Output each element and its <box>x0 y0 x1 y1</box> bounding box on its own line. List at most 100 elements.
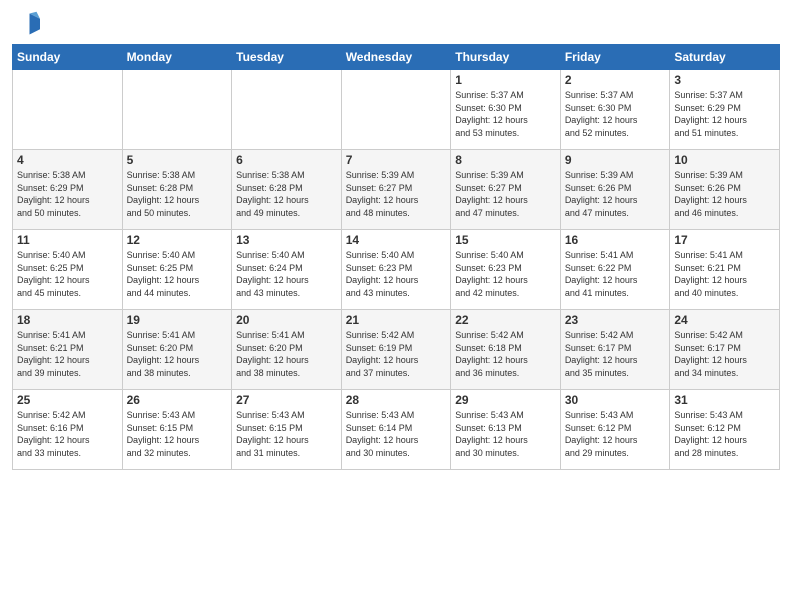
calendar-cell: 6 Sunrise: 5:38 AM Sunset: 6:28 PM Daylig… <box>232 150 342 230</box>
weekday-header: Thursday <box>451 45 561 70</box>
day-info: Sunrise: 5:39 AM Sunset: 6:27 PM Dayligh… <box>346 169 447 219</box>
day-number: 31 <box>674 393 775 407</box>
day-info: Sunrise: 5:43 AM Sunset: 6:13 PM Dayligh… <box>455 409 556 459</box>
calendar-cell: 28 Sunrise: 5:43 AM Sunset: 6:14 PM Dayli… <box>341 390 451 470</box>
calendar-cell: 23 Sunrise: 5:42 AM Sunset: 6:17 PM Dayli… <box>560 310 670 390</box>
day-info: Sunrise: 5:38 AM Sunset: 6:28 PM Dayligh… <box>236 169 337 219</box>
day-info: Sunrise: 5:39 AM Sunset: 6:26 PM Dayligh… <box>565 169 666 219</box>
day-info: Sunrise: 5:37 AM Sunset: 6:30 PM Dayligh… <box>455 89 556 139</box>
calendar-cell: 8 Sunrise: 5:39 AM Sunset: 6:27 PM Daylig… <box>451 150 561 230</box>
day-info: Sunrise: 5:39 AM Sunset: 6:26 PM Dayligh… <box>674 169 775 219</box>
calendar-cell: 22Sunrise: 5:42 AM Sunset: 6:18 PM Dayli… <box>451 310 561 390</box>
day-info: Sunrise: 5:42 AM Sunset: 6:17 PM Dayligh… <box>674 329 775 379</box>
calendar-cell: 20Sunrise: 5:41 AM Sunset: 6:20 PM Dayli… <box>232 310 342 390</box>
weekday-header-row: SundayMondayTuesdayWednesdayThursdayFrid… <box>13 45 780 70</box>
calendar-cell: 5Sunrise: 5:38 AM Sunset: 6:28 PM Daylig… <box>122 150 232 230</box>
calendar-cell: 15 Sunrise: 5:40 AM Sunset: 6:23 PM Dayli… <box>451 230 561 310</box>
calendar-cell: 29Sunrise: 5:43 AM Sunset: 6:13 PM Dayli… <box>451 390 561 470</box>
calendar-cell: 24 Sunrise: 5:42 AM Sunset: 6:17 PM Dayli… <box>670 310 780 390</box>
day-number: 30 <box>565 393 666 407</box>
header <box>12 10 780 38</box>
calendar-week-row: 11 Sunrise: 5:40 AM Sunset: 6:25 PM Dayli… <box>13 230 780 310</box>
day-info: Sunrise: 5:42 AM Sunset: 6:17 PM Dayligh… <box>565 329 666 379</box>
calendar-cell: 21 Sunrise: 5:42 AM Sunset: 6:19 PM Dayli… <box>341 310 451 390</box>
day-number: 27 <box>236 393 337 407</box>
day-info: Sunrise: 5:40 AM Sunset: 6:23 PM Dayligh… <box>346 249 447 299</box>
day-info: Sunrise: 5:41 AM Sunset: 6:21 PM Dayligh… <box>674 249 775 299</box>
calendar-cell: 13 Sunrise: 5:40 AM Sunset: 6:24 PM Dayli… <box>232 230 342 310</box>
calendar-week-row: 1 Sunrise: 5:37 AM Sunset: 6:30 PM Daylig… <box>13 70 780 150</box>
day-info: Sunrise: 5:40 AM Sunset: 6:23 PM Dayligh… <box>455 249 556 299</box>
day-number: 20 <box>236 313 337 327</box>
logo-icon <box>12 10 40 38</box>
weekday-header: Monday <box>122 45 232 70</box>
calendar-cell: 9 Sunrise: 5:39 AM Sunset: 6:26 PM Daylig… <box>560 150 670 230</box>
page-container: SundayMondayTuesdayWednesdayThursdayFrid… <box>0 0 792 476</box>
day-number: 23 <box>565 313 666 327</box>
calendar-cell <box>341 70 451 150</box>
day-number: 13 <box>236 233 337 247</box>
day-number: 8 <box>455 153 556 167</box>
calendar-cell <box>13 70 123 150</box>
logo <box>12 10 44 38</box>
day-info: Sunrise: 5:41 AM Sunset: 6:22 PM Dayligh… <box>565 249 666 299</box>
day-info: Sunrise: 5:37 AM Sunset: 6:30 PM Dayligh… <box>565 89 666 139</box>
day-number: 1 <box>455 73 556 87</box>
calendar-table: SundayMondayTuesdayWednesdayThursdayFrid… <box>12 44 780 470</box>
day-number: 21 <box>346 313 447 327</box>
calendar-cell: 12 Sunrise: 5:40 AM Sunset: 6:25 PM Dayli… <box>122 230 232 310</box>
day-number: 10 <box>674 153 775 167</box>
day-number: 2 <box>565 73 666 87</box>
day-number: 15 <box>455 233 556 247</box>
day-number: 17 <box>674 233 775 247</box>
day-number: 11 <box>17 233 118 247</box>
day-number: 12 <box>127 233 228 247</box>
weekday-header: Saturday <box>670 45 780 70</box>
calendar-week-row: 25 Sunrise: 5:42 AM Sunset: 6:16 PM Dayli… <box>13 390 780 470</box>
day-info: Sunrise: 5:40 AM Sunset: 6:25 PM Dayligh… <box>127 249 228 299</box>
day-info: Sunrise: 5:38 AM Sunset: 6:28 PM Dayligh… <box>127 169 228 219</box>
day-number: 9 <box>565 153 666 167</box>
calendar-cell: 31 Sunrise: 5:43 AM Sunset: 6:12 PM Dayli… <box>670 390 780 470</box>
day-info: Sunrise: 5:39 AM Sunset: 6:27 PM Dayligh… <box>455 169 556 219</box>
calendar-cell <box>122 70 232 150</box>
weekday-header: Wednesday <box>341 45 451 70</box>
day-info: Sunrise: 5:43 AM Sunset: 6:12 PM Dayligh… <box>565 409 666 459</box>
day-info: Sunrise: 5:40 AM Sunset: 6:25 PM Dayligh… <box>17 249 118 299</box>
calendar-cell: 4Sunrise: 5:38 AM Sunset: 6:29 PM Daylig… <box>13 150 123 230</box>
day-number: 26 <box>127 393 228 407</box>
day-info: Sunrise: 5:43 AM Sunset: 6:12 PM Dayligh… <box>674 409 775 459</box>
calendar-cell: 25 Sunrise: 5:42 AM Sunset: 6:16 PM Dayli… <box>13 390 123 470</box>
day-number: 14 <box>346 233 447 247</box>
calendar-week-row: 4Sunrise: 5:38 AM Sunset: 6:29 PM Daylig… <box>13 150 780 230</box>
day-number: 6 <box>236 153 337 167</box>
day-info: Sunrise: 5:42 AM Sunset: 6:16 PM Dayligh… <box>17 409 118 459</box>
calendar-cell: 1 Sunrise: 5:37 AM Sunset: 6:30 PM Daylig… <box>451 70 561 150</box>
day-info: Sunrise: 5:43 AM Sunset: 6:14 PM Dayligh… <box>346 409 447 459</box>
calendar-cell: 18 Sunrise: 5:41 AM Sunset: 6:21 PM Dayli… <box>13 310 123 390</box>
calendar-cell: 7 Sunrise: 5:39 AM Sunset: 6:27 PM Daylig… <box>341 150 451 230</box>
day-number: 24 <box>674 313 775 327</box>
weekday-header: Friday <box>560 45 670 70</box>
day-info: Sunrise: 5:41 AM Sunset: 6:21 PM Dayligh… <box>17 329 118 379</box>
calendar-cell: 17 Sunrise: 5:41 AM Sunset: 6:21 PM Dayli… <box>670 230 780 310</box>
day-info: Sunrise: 5:40 AM Sunset: 6:24 PM Dayligh… <box>236 249 337 299</box>
day-info: Sunrise: 5:41 AM Sunset: 6:20 PM Dayligh… <box>127 329 228 379</box>
calendar-cell: 11 Sunrise: 5:40 AM Sunset: 6:25 PM Dayli… <box>13 230 123 310</box>
day-number: 25 <box>17 393 118 407</box>
calendar-week-row: 18 Sunrise: 5:41 AM Sunset: 6:21 PM Dayli… <box>13 310 780 390</box>
calendar-cell: 10 Sunrise: 5:39 AM Sunset: 6:26 PM Dayli… <box>670 150 780 230</box>
day-info: Sunrise: 5:43 AM Sunset: 6:15 PM Dayligh… <box>127 409 228 459</box>
calendar-cell: 16 Sunrise: 5:41 AM Sunset: 6:22 PM Dayli… <box>560 230 670 310</box>
calendar-cell: 26 Sunrise: 5:43 AM Sunset: 6:15 PM Dayli… <box>122 390 232 470</box>
day-number: 16 <box>565 233 666 247</box>
day-number: 18 <box>17 313 118 327</box>
calendar-cell: 3Sunrise: 5:37 AM Sunset: 6:29 PM Daylig… <box>670 70 780 150</box>
calendar-cell: 14 Sunrise: 5:40 AM Sunset: 6:23 PM Dayli… <box>341 230 451 310</box>
calendar-cell: 30 Sunrise: 5:43 AM Sunset: 6:12 PM Dayli… <box>560 390 670 470</box>
day-number: 28 <box>346 393 447 407</box>
day-info: Sunrise: 5:38 AM Sunset: 6:29 PM Dayligh… <box>17 169 118 219</box>
day-info: Sunrise: 5:42 AM Sunset: 6:19 PM Dayligh… <box>346 329 447 379</box>
day-info: Sunrise: 5:43 AM Sunset: 6:15 PM Dayligh… <box>236 409 337 459</box>
day-number: 7 <box>346 153 447 167</box>
